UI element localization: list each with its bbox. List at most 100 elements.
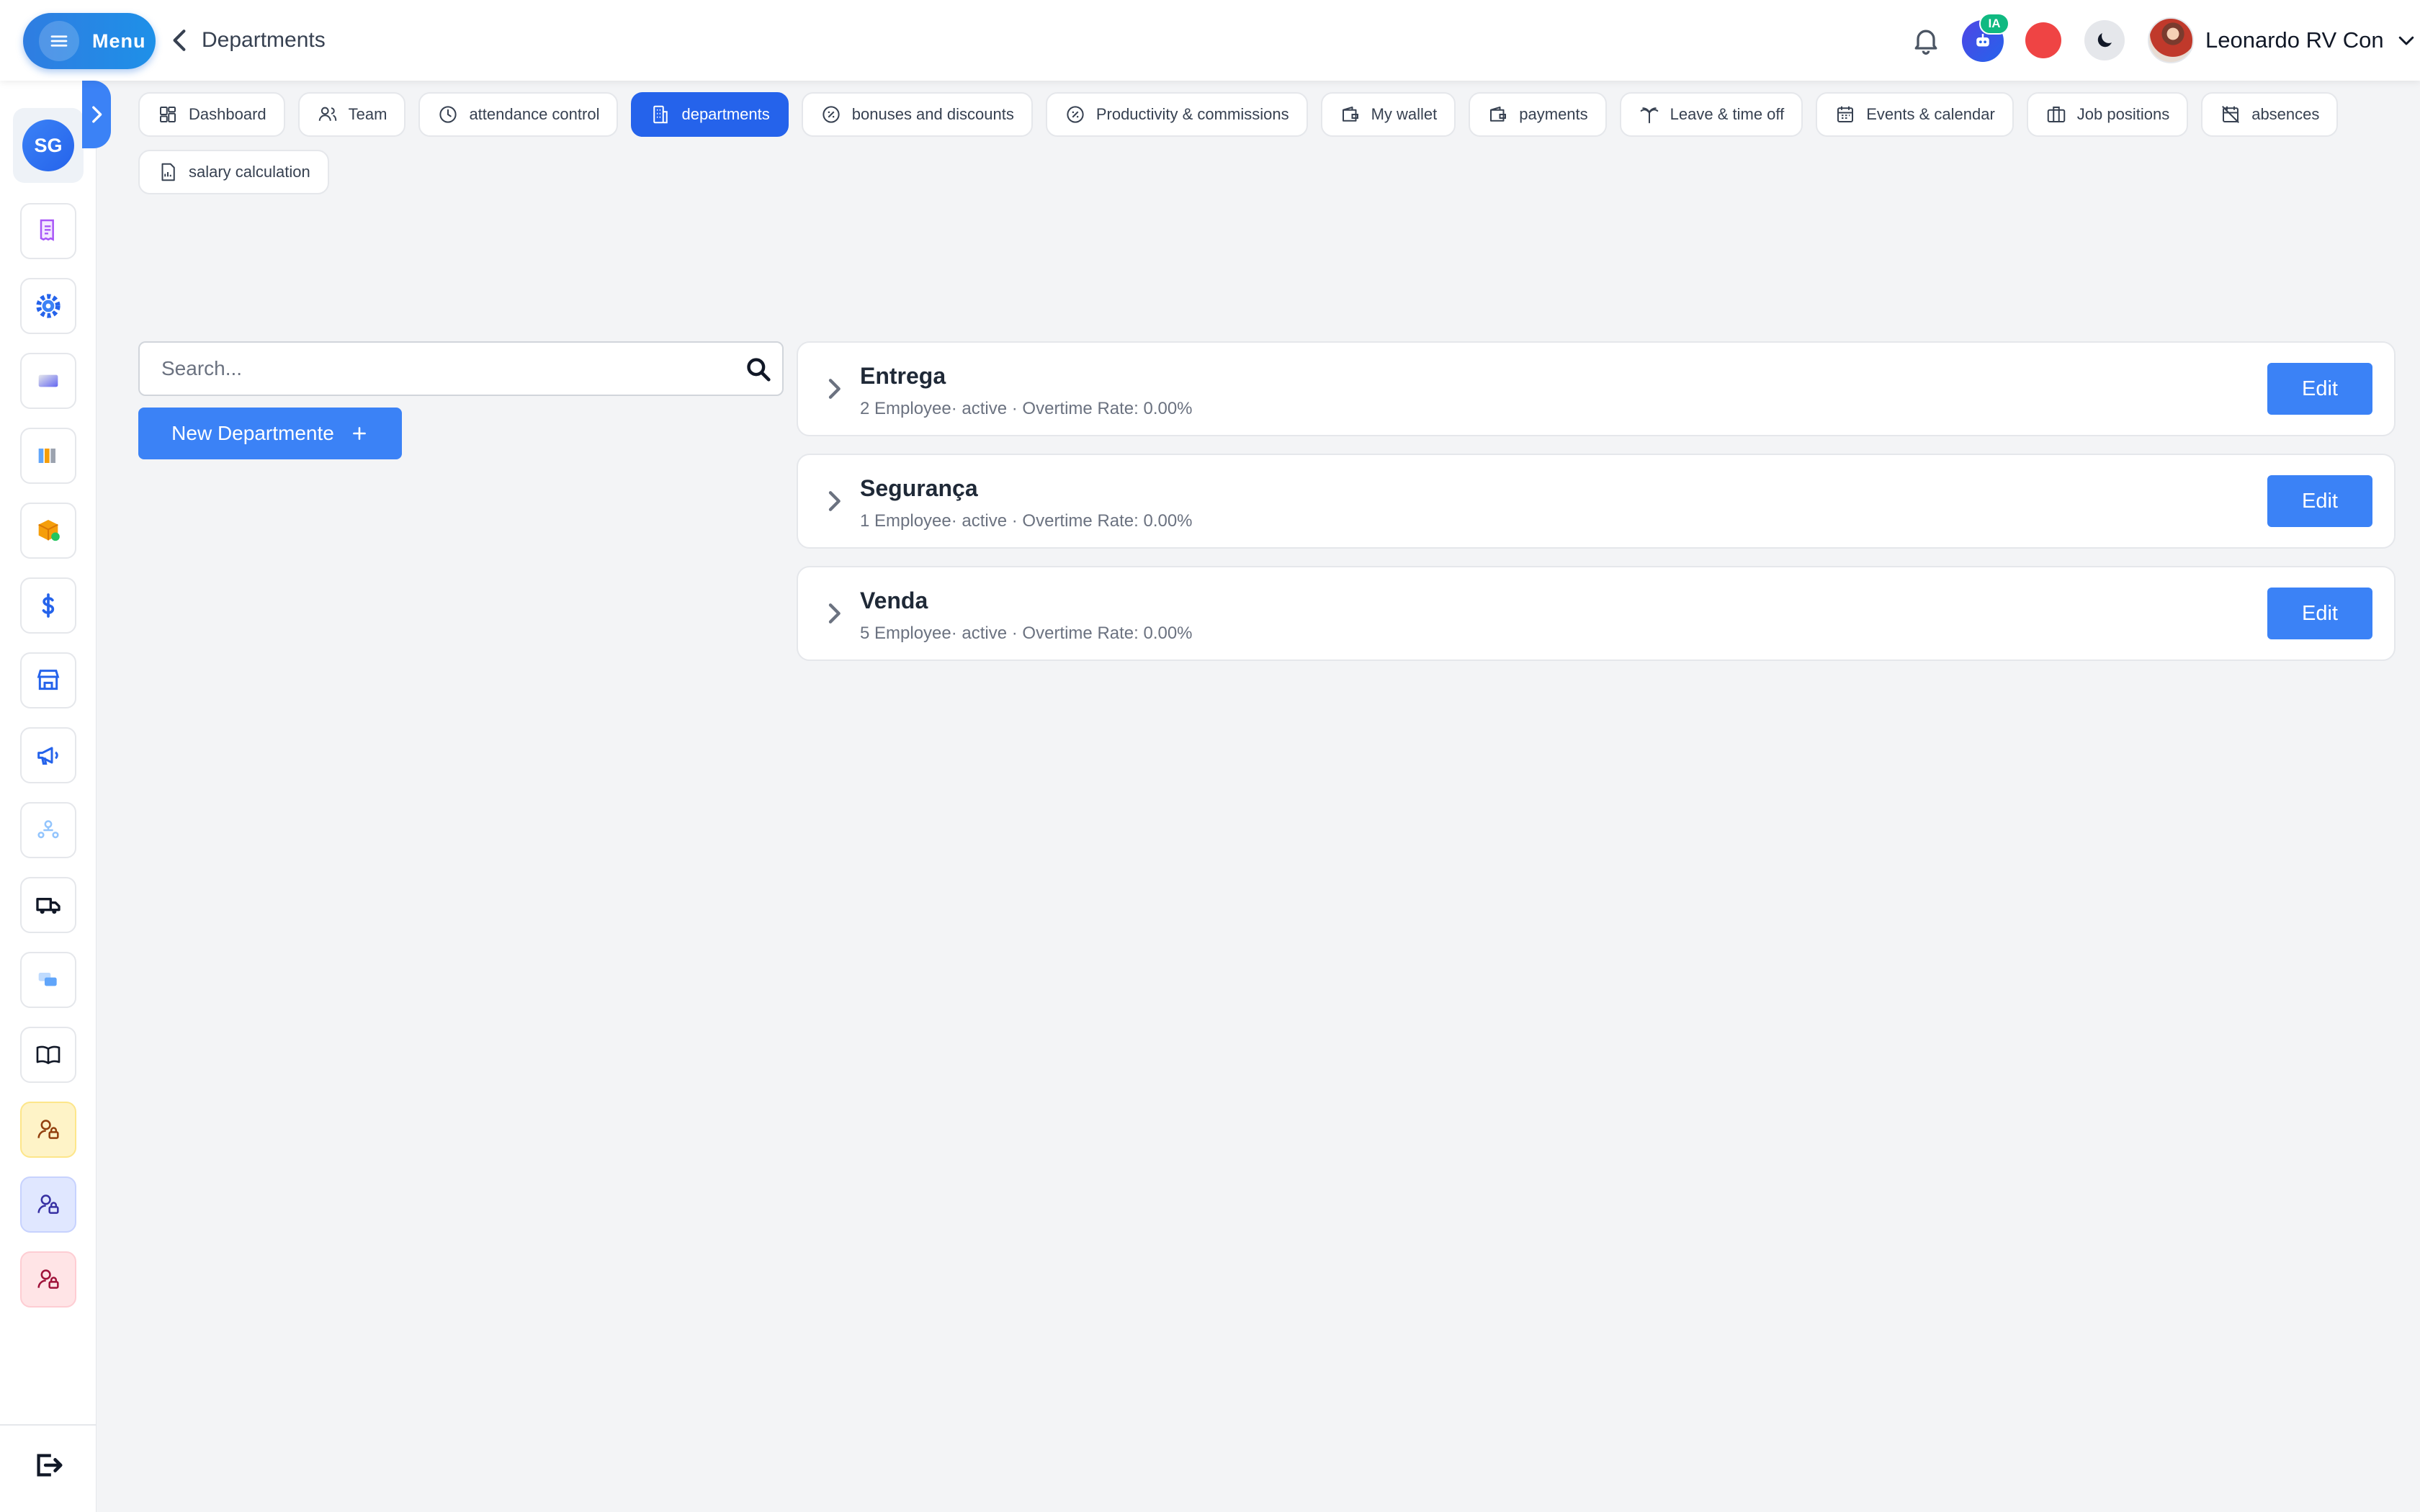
users-icon <box>318 107 336 121</box>
tab-label: Job positions <box>2076 105 2170 123</box>
settings-gear-icon[interactable] <box>20 278 76 334</box>
edit-button[interactable]: Edit <box>2267 363 2372 415</box>
tab-label: attendance control <box>469 105 600 123</box>
tab-absences[interactable]: absences <box>2201 92 2339 137</box>
tab-label: salary calculation <box>189 163 310 181</box>
calendar-off-icon <box>2222 106 2240 123</box>
search-icon[interactable] <box>745 356 772 383</box>
list-item: Entrega 2 Employee· active · Overtime Ra… <box>797 341 2396 436</box>
tab-label: departments <box>681 105 770 123</box>
tab-label: Team <box>348 105 387 123</box>
tab-team[interactable]: Team <box>297 92 406 137</box>
tab-job-positions[interactable]: Job positions <box>2026 92 2189 137</box>
department-name: Venda <box>860 588 928 613</box>
user-name: Leonardo RV Con <box>2205 27 2384 53</box>
sidebar: SG <box>0 81 97 1512</box>
package-icon[interactable] <box>20 503 76 559</box>
wallet-icon <box>1490 107 1507 122</box>
avatar <box>2148 17 2194 63</box>
ai-badge: IA <box>1979 13 2009 35</box>
search-input[interactable] <box>161 343 723 395</box>
logout-icon[interactable] <box>32 1449 65 1482</box>
company-card[interactable]: SG <box>13 108 84 183</box>
chevron-down-icon <box>2398 36 2414 45</box>
tab-label: Productivity & commissions <box>1095 105 1289 123</box>
sidebar-expand-button[interactable] <box>82 81 111 148</box>
store-icon[interactable] <box>20 652 76 708</box>
building-icon <box>653 105 668 124</box>
tab-label: Dashboard <box>189 105 266 123</box>
percent-badge-icon <box>823 106 840 123</box>
user-lock-icon[interactable] <box>20 1251 76 1308</box>
percent-badge-icon <box>1067 106 1084 123</box>
clock-icon <box>439 106 457 123</box>
back-link[interactable]: Departments <box>170 22 326 59</box>
tab-label: My wallet <box>1371 105 1438 123</box>
list-item: Segurança 1 Employee· active · Overtime … <box>797 454 2396 549</box>
list-item: Venda 5 Employee· active · Overtime Rate… <box>797 566 2396 661</box>
chat-icon[interactable] <box>20 952 76 1008</box>
palm-tree-icon <box>1640 107 1658 124</box>
chevron-left-icon <box>173 30 186 51</box>
user-lock-icon[interactable] <box>20 1102 76 1158</box>
tab-leave-time-off[interactable]: Leave & time off <box>1619 92 1803 137</box>
gradient-card-icon[interactable] <box>20 353 76 409</box>
megaphone-icon[interactable] <box>20 727 76 783</box>
department-name: Segurança <box>860 475 978 501</box>
department-name: Entrega <box>860 363 946 389</box>
notification-bell-icon[interactable] <box>1910 24 1942 56</box>
module-tabs: Dashboard Team attendance control depart… <box>138 92 2400 194</box>
wallet-icon <box>1342 107 1358 122</box>
dashboard-icon <box>160 107 176 122</box>
user-lock-icon[interactable] <box>20 1176 76 1233</box>
chevron-right-icon[interactable] <box>820 487 848 516</box>
chevron-right-icon[interactable] <box>820 374 848 403</box>
tab-label: bonuses and discounts <box>851 105 1014 123</box>
department-meta: 5 Employee· active · Overtime Rate: 0.00… <box>860 624 1193 643</box>
tab-label: Events & calendar <box>1866 105 1995 123</box>
tab-departments[interactable]: departments <box>631 92 789 137</box>
book-open-icon[interactable] <box>20 1027 76 1083</box>
hamburger-icon <box>39 21 79 61</box>
tab-attendance-control[interactable]: attendance control <box>418 92 619 137</box>
dark-mode-toggle[interactable] <box>2084 20 2125 60</box>
tab-dashboard[interactable]: Dashboard <box>138 92 285 137</box>
dollar-icon[interactable] <box>20 577 76 634</box>
edit-button[interactable]: Edit <box>2267 475 2372 527</box>
department-meta: 1 Employee· active · Overtime Rate: 0.00… <box>860 511 1193 531</box>
menu-button[interactable]: Menu <box>23 13 156 69</box>
tab-productivity-commissions[interactable]: Productivity & commissions <box>1045 92 1308 137</box>
calendar-icon <box>1837 106 1854 122</box>
tab-label: Leave & time off <box>1670 105 1785 123</box>
tab-label: absences <box>2251 105 2320 123</box>
tab-bonuses-and-discounts[interactable]: bonuses and discounts <box>801 92 1033 137</box>
plus-icon <box>352 427 366 440</box>
briefcase-icon <box>2047 107 2066 122</box>
new-department-button[interactable]: New Departmente <box>138 408 402 459</box>
receipt-icon[interactable] <box>20 203 76 259</box>
page-title: Departments <box>202 28 326 52</box>
top-bar: Menu Departments IA Leonardo RV Con <box>0 0 2420 81</box>
document-chart-icon <box>161 163 175 181</box>
menu-label: Menu <box>92 30 146 52</box>
company-avatar: SG <box>22 120 74 171</box>
chevron-right-icon[interactable] <box>820 599 848 628</box>
tab-label: payments <box>1519 105 1588 123</box>
users-network-icon[interactable] <box>20 802 76 858</box>
department-list: Entrega 2 Employee· active · Overtime Ra… <box>797 341 2396 678</box>
status-indicator[interactable] <box>2025 22 2061 58</box>
sidebar-divider <box>0 1424 97 1426</box>
moon-icon <box>2097 33 2112 48</box>
edit-button[interactable]: Edit <box>2267 588 2372 639</box>
tab-payments[interactable]: payments <box>1469 92 1607 137</box>
tab-salary-calculation[interactable]: salary calculation <box>138 150 329 194</box>
tab-my-wallet[interactable]: My wallet <box>1320 92 1456 137</box>
new-department-label: New Departmente <box>171 422 334 444</box>
truck-icon[interactable] <box>20 877 76 933</box>
tab-events-calendar[interactable]: Events & calendar <box>1816 92 2014 137</box>
user-menu[interactable]: Leonardo RV Con <box>2148 16 2417 65</box>
chevron-right-icon <box>92 106 102 123</box>
department-meta: 2 Employee· active · Overtime Rate: 0.00… <box>860 399 1193 418</box>
search-box <box>138 341 784 396</box>
books-icon[interactable] <box>20 428 76 484</box>
